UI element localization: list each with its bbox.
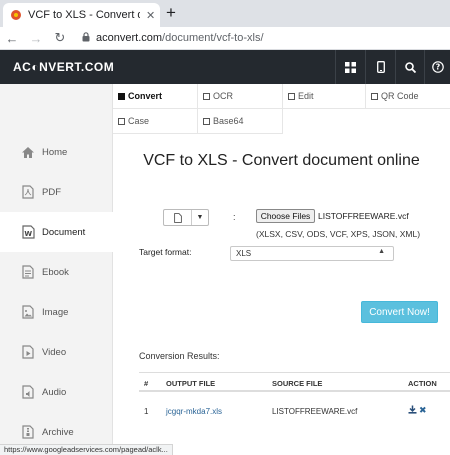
sidebar-item-label: Ebook [42, 266, 69, 278]
reload-icon[interactable]: ↻ [48, 30, 72, 46]
row-number: 1 [144, 407, 149, 416]
column-header: # [144, 379, 149, 388]
sidebar-item-label: Audio [42, 386, 67, 398]
search-icon[interactable] [395, 50, 425, 84]
tab-close-icon[interactable]: ✕ [146, 9, 155, 22]
sidebar-item-label: PDF [42, 186, 61, 198]
select-arrows-icon: ▲ [378, 248, 385, 255]
svg-text:?: ? [435, 63, 440, 72]
subnav: Convert OCR Edit QR Code Case Base64 [113, 84, 450, 134]
sidebar: Home PDF W Document Ebook Image Video Au… [0, 84, 120, 455]
choose-files-button[interactable]: Choose Files [256, 209, 315, 223]
download-icon[interactable] [408, 405, 417, 416]
image-icon [20, 304, 36, 320]
chevron-down-icon: ▼ [196, 214, 204, 221]
output-file-link[interactable]: jcgqr-mkda7.xls [166, 407, 222, 416]
column-header: OUTPUT FILE [166, 379, 216, 388]
archive-icon [20, 424, 36, 440]
audio-icon [20, 384, 36, 400]
checkbox-icon [288, 92, 295, 100]
svg-text:W: W [24, 230, 32, 238]
sidebar-item-image[interactable]: Image [0, 292, 113, 332]
site-header: AC◐NVERT.COM ? [0, 50, 450, 84]
browser-tab[interactable]: VCF to XLS - Convert document o ✕ [3, 3, 160, 27]
checkbox-icon [203, 92, 210, 100]
sidebar-item-home[interactable]: Home [0, 132, 113, 172]
sidebar-item-label: Archive [42, 426, 74, 438]
sidebar-item-label: Video [42, 346, 67, 358]
tab-edit[interactable]: Edit [283, 84, 366, 109]
file-source-dropdown[interactable]: ▼ [163, 209, 209, 226]
checkbox-icon [203, 117, 210, 125]
convert-now-button[interactable]: Convert Now! [361, 301, 438, 323]
file-label-colon: : [233, 212, 236, 222]
sidebar-item-audio[interactable]: Audio [0, 372, 113, 412]
supported-formats: (XLSX, CSV, ODS, VCF, XPS, JSON, XML) [256, 229, 421, 239]
sidebar-item-ebook[interactable]: Ebook [0, 252, 113, 292]
mobile-icon[interactable] [365, 50, 395, 84]
browser-tabstrip: VCF to XLS - Convert document o ✕ + [0, 0, 450, 27]
sidebar-item-pdf[interactable]: PDF [0, 172, 113, 212]
new-tab-button[interactable]: + [166, 3, 176, 23]
grid-icon[interactable] [335, 50, 365, 84]
results-label: Conversion Results: [139, 351, 220, 361]
results-table-header: # OUTPUT FILE SOURCE FILE ACTION [139, 372, 450, 392]
file-icon [164, 210, 192, 225]
column-header: SOURCE FILE [272, 379, 323, 388]
sidebar-item-label: Document [42, 226, 86, 238]
sidebar-item-document[interactable]: W Document [0, 212, 120, 252]
tab-title: VCF to XLS - Convert document o [28, 9, 140, 21]
back-icon[interactable]: ← [0, 31, 24, 46]
status-url: https://www.googleadservices.com/pagead/… [0, 444, 173, 455]
sidebar-item-label: Home [42, 146, 68, 158]
page-title: VCF to XLS - Convert document online [143, 152, 420, 169]
lock-icon[interactable] [82, 31, 90, 45]
home-icon [20, 144, 36, 160]
tab-convert[interactable]: Convert [113, 84, 198, 109]
target-format-label: Target format: [139, 247, 192, 257]
pdf-icon [20, 184, 36, 200]
tab-case[interactable]: Case [113, 109, 198, 134]
selected-filename: LISTOFFREEWARE.vcf [318, 211, 409, 221]
sidebar-item-label: Image [42, 306, 69, 318]
column-header: ACTION [408, 379, 437, 388]
source-file: LISTOFFREEWARE.vcf [272, 407, 358, 416]
forward-icon[interactable]: → [24, 31, 48, 46]
video-icon [20, 344, 36, 360]
checkbox-icon [118, 117, 125, 125]
ebook-icon [20, 264, 36, 280]
table-row: 1 jcgqr-mkda7.xls LISTOFFREEWARE.vcf ✖ [139, 402, 450, 422]
sidebar-item-video[interactable]: Video [0, 332, 113, 372]
address-bar: ← → ↻ aconvert.com/document/vcf-to-xls/ [0, 27, 450, 50]
delete-icon[interactable]: ✖ [419, 405, 427, 416]
target-format-value: XLS [236, 249, 252, 258]
checkbox-icon [118, 92, 125, 100]
help-icon[interactable]: ? [424, 50, 450, 84]
tab-ocr[interactable]: OCR [198, 84, 283, 109]
url-field[interactable]: aconvert.com/document/vcf-to-xls/ [96, 32, 264, 44]
favicon-icon [11, 10, 21, 20]
site-logo[interactable]: AC◐NVERT.COM [13, 60, 114, 74]
checkbox-icon [371, 92, 378, 100]
tab-base64[interactable]: Base64 [198, 109, 283, 134]
target-format-select[interactable]: XLS ▲ [230, 246, 394, 261]
document-icon: W [20, 224, 36, 240]
tab-qr-code[interactable]: QR Code [366, 84, 450, 109]
